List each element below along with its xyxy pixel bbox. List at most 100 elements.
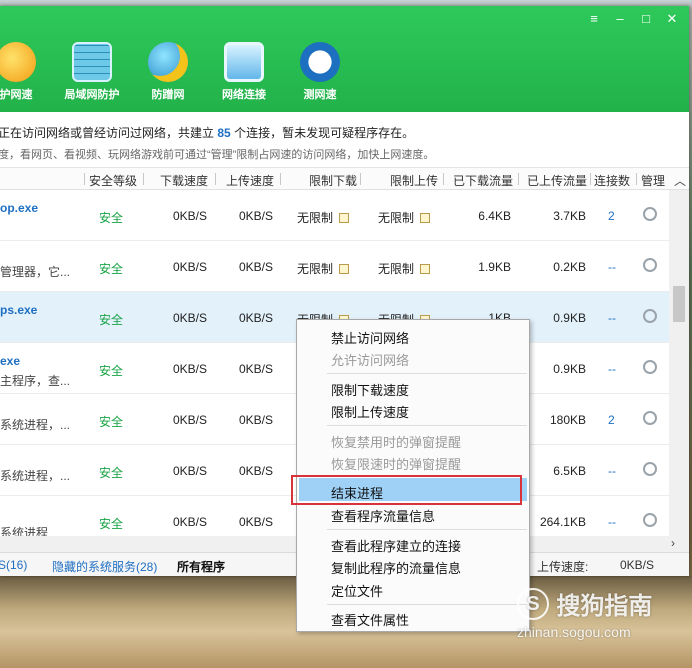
scroll-right-icon[interactable]: › (671, 536, 675, 550)
key-icon[interactable] (643, 411, 657, 428)
col-manage[interactable]: 管理 (641, 172, 665, 189)
menu-item-limit-upload[interactable]: 限制上传速度 (331, 402, 409, 421)
process-description: 系统进程，... (0, 469, 71, 483)
limit-upload[interactable]: 无限制 (378, 209, 431, 226)
menu-item-copy-traffic[interactable]: 复制此程序的流量信息 (331, 558, 461, 577)
download-speed: 0KB/S (172, 464, 207, 478)
process-name: ps.exe (0, 303, 38, 317)
upload-speed: 0KB/S (238, 362, 273, 376)
menu-item-block-network[interactable]: 禁止访问网络 (331, 328, 409, 347)
edit-icon[interactable] (339, 213, 350, 223)
key-icon[interactable] (643, 309, 657, 326)
uploaded-traffic: 3.7KB (553, 209, 586, 223)
vertical-scrollbar[interactable]: ︿ (669, 174, 689, 536)
limit-download[interactable]: 无限制 (297, 260, 350, 277)
connection-count-cell[interactable]: -- (608, 362, 616, 376)
close-button[interactable]: ✕ (665, 11, 679, 27)
menu-item-view-connections[interactable]: 查看此程序建立的连接 (331, 536, 461, 555)
table-row[interactable]: 管理器，它... 安全 0KB/S 0KB/S 无限制 无限制 1.9KB 0.… (0, 241, 669, 292)
tab-services[interactable]: S(16) (0, 558, 27, 572)
tool-anti-freeload[interactable]: 防蹭网 (130, 42, 206, 102)
safety-level: 安全 (99, 466, 124, 480)
tool-network-connections[interactable]: 网络连接 (206, 42, 282, 102)
col-limit-upload[interactable]: 限制上传 (390, 172, 438, 189)
limit-download[interactable]: 无限制 (297, 209, 350, 226)
firewall-wall-icon (72, 42, 112, 82)
title-bar: ≡ – □ ✕ 护网速 局域网防护 防蹭网 网络连接 测网速 (0, 6, 689, 112)
process-description: 主程序，查... (0, 374, 71, 388)
process-name: exe (0, 354, 21, 368)
watermark-url: zhinan.sogou.com (517, 624, 631, 640)
sogou-watermark: S 搜狗指南 zhinan.sogou.com (517, 586, 652, 640)
tool-lan-protect[interactable]: 局域网防护 (54, 42, 130, 102)
key-icon[interactable] (643, 462, 657, 479)
connection-count-cell[interactable]: -- (608, 464, 616, 478)
key-icon[interactable] (643, 360, 657, 377)
connection-count-cell[interactable]: -- (608, 311, 616, 325)
tab-hidden-system-services[interactable]: 隐藏的系统服务(28) (52, 558, 157, 575)
tool-speed-test[interactable]: 测网速 (282, 42, 358, 102)
limit-upload-value: 无限制 (378, 262, 415, 276)
key-icon[interactable] (643, 258, 657, 275)
safety-level: 安全 (99, 364, 124, 378)
connection-count-cell[interactable]: 2 (608, 209, 615, 223)
globe-shield-icon (148, 42, 188, 82)
connection-count-cell[interactable]: -- (608, 260, 616, 274)
column-divider (590, 173, 591, 185)
menu-item-file-properties[interactable]: 查看文件属性 (331, 610, 409, 629)
menu-item-view-traffic[interactable]: 查看程序流量信息 (331, 506, 435, 525)
col-uploaded[interactable]: 已上传流量 (527, 172, 587, 189)
column-divider (518, 173, 519, 185)
column-divider (280, 173, 281, 185)
download-speed: 0KB/S (172, 311, 207, 325)
maximize-button[interactable]: □ (639, 11, 653, 27)
uploaded-traffic: 180KB (549, 413, 586, 427)
column-divider (443, 173, 444, 185)
summary-prefix: 正在访问网络或曾经访问过网络，共建立 (0, 126, 215, 140)
tool-speed-protect[interactable]: 护网速 (0, 42, 54, 102)
connection-count-cell[interactable]: -- (608, 515, 616, 529)
upload-speed: 0KB/S (238, 260, 273, 274)
col-safety[interactable]: 安全等级 (89, 172, 137, 189)
toolbar: 护网速 局域网防护 防蹭网 网络连接 测网速 (0, 42, 358, 102)
menu-item-locate-file[interactable]: 定位文件 (331, 581, 383, 600)
scrollbar-thumb[interactable] (673, 286, 685, 322)
col-upload-speed[interactable]: 上传速度 (226, 172, 274, 189)
table-row[interactable]: op.exe 安全 0KB/S 0KB/S 无限制 无限制 6.4KB 3.7K… (0, 190, 669, 241)
menu-item-limit-download[interactable]: 限制下载速度 (331, 380, 409, 399)
scroll-up-icon[interactable]: ︿ (674, 172, 686, 189)
edit-icon[interactable] (339, 264, 350, 274)
tool-label: 局域网防护 (64, 89, 120, 101)
key-icon[interactable] (643, 513, 657, 530)
uploaded-traffic: 0.2KB (553, 260, 586, 274)
column-divider (215, 173, 216, 185)
safety-level: 安全 (99, 262, 124, 276)
limit-download-value: 无限制 (297, 211, 334, 225)
limit-upload[interactable]: 无限制 (378, 260, 431, 277)
edit-icon[interactable] (420, 213, 431, 223)
menu-divider (327, 529, 527, 530)
tab-all-programs[interactable]: 所有程序 (177, 558, 225, 575)
connection-summary: 正在访问网络或曾经访问过网络，共建立 85 个连接，暂未发现可疑程序存在。 (0, 124, 414, 141)
edit-icon[interactable] (420, 264, 431, 274)
col-limit-download[interactable]: 限制下载 (309, 172, 357, 189)
col-download-speed[interactable]: 下载速度 (160, 172, 208, 189)
key-icon[interactable] (643, 207, 657, 224)
tool-label: 防蹭网 (151, 89, 185, 101)
col-downloaded[interactable]: 已下载流量 (453, 172, 513, 189)
upload-speed-value: 0KB/S (620, 558, 655, 572)
info-bar: 正在访问网络或曾经访问过网络，共建立 85 个连接，暂未发现可疑程序存在。 度，… (0, 112, 689, 168)
menu-divider (327, 373, 527, 374)
column-divider (143, 173, 144, 185)
connection-count-cell[interactable]: 2 (608, 413, 615, 427)
speedometer-icon (300, 42, 340, 82)
safety-level: 安全 (99, 517, 124, 531)
tool-label: 护网速 (0, 89, 33, 101)
window-controls: ≡ – □ ✕ (587, 11, 679, 27)
column-divider (360, 173, 361, 185)
col-connections[interactable]: 连接数 (594, 172, 630, 189)
safety-level: 安全 (99, 211, 124, 225)
menu-icon[interactable]: ≡ (587, 11, 601, 27)
download-speed: 0KB/S (172, 362, 207, 376)
minimize-button[interactable]: – (613, 11, 627, 27)
